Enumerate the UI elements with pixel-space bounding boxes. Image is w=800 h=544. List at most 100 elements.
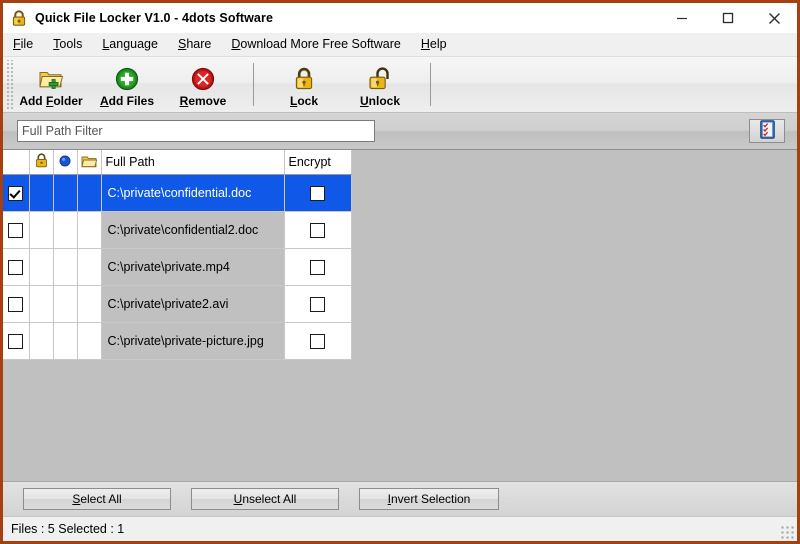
lock-button[interactable]: Lock bbox=[266, 57, 342, 112]
row-select-cell[interactable] bbox=[3, 249, 29, 286]
row-select-checkbox[interactable] bbox=[8, 260, 23, 275]
row-select-cell[interactable] bbox=[3, 323, 29, 360]
row-folder-cell bbox=[77, 286, 101, 323]
table-row[interactable]: C:\private\confidential2.doc bbox=[3, 212, 351, 249]
row-encrypt-checkbox[interactable] bbox=[310, 260, 325, 275]
blue-dot-icon bbox=[59, 156, 71, 170]
table-row[interactable]: C:\private\private-picture.jpg bbox=[3, 323, 351, 360]
row-encrypt-cell[interactable] bbox=[284, 212, 351, 249]
row-locked-cell bbox=[29, 175, 53, 212]
menu-item-tools[interactable]: Tools bbox=[43, 33, 92, 56]
padlock-icon bbox=[35, 157, 48, 171]
column-header-full-path[interactable]: Full Path bbox=[101, 150, 284, 175]
row-encrypt-checkbox[interactable] bbox=[310, 297, 325, 312]
row-select-cell[interactable] bbox=[3, 212, 29, 249]
menu-share-rest: hare bbox=[186, 37, 211, 51]
toolbar-drag-grip[interactable] bbox=[5, 60, 13, 109]
lock-closed-icon bbox=[293, 64, 315, 91]
column-header-select[interactable] bbox=[3, 150, 29, 175]
menu-tools-rest: ools bbox=[59, 37, 82, 51]
remove-label: Remove bbox=[180, 94, 227, 108]
row-status-cell bbox=[53, 323, 77, 360]
row-status-cell bbox=[53, 212, 77, 249]
row-path-cell: C:\private\private.mp4 bbox=[101, 249, 284, 286]
row-folder-cell bbox=[77, 175, 101, 212]
row-select-checkbox[interactable] bbox=[8, 297, 23, 312]
file-data-grid: Full Path Encrypt C:\private\confidentia… bbox=[3, 150, 351, 360]
maximize-button[interactable] bbox=[705, 3, 751, 33]
add-folder-icon bbox=[38, 64, 64, 91]
row-encrypt-cell[interactable] bbox=[284, 175, 351, 212]
add-files-icon bbox=[115, 64, 139, 91]
window-controls bbox=[659, 3, 797, 33]
app-window: Quick File Locker V1.0 - 4dots Software … bbox=[0, 0, 800, 544]
select-all-button[interactable]: Select All bbox=[23, 488, 171, 510]
row-status-cell bbox=[53, 175, 77, 212]
menu-item-download-more-free-software[interactable]: Download More Free Software bbox=[221, 33, 411, 56]
table-row[interactable]: C:\private\private.mp4 bbox=[3, 249, 351, 286]
row-encrypt-cell[interactable] bbox=[284, 323, 351, 360]
row-path-cell: C:\private\confidential2.doc bbox=[101, 212, 284, 249]
row-path-cell: C:\private\confidential.doc bbox=[101, 175, 284, 212]
row-select-checkbox[interactable] bbox=[8, 186, 23, 201]
app-padlock-icon bbox=[10, 9, 28, 27]
filter-apply-button[interactable] bbox=[749, 119, 785, 143]
row-path-cell: C:\private\private-picture.jpg bbox=[101, 323, 284, 360]
menu-file-rest: ile bbox=[21, 37, 34, 51]
row-encrypt-cell[interactable] bbox=[284, 286, 351, 323]
toolbar-separator-2 bbox=[430, 63, 431, 106]
filter-bar bbox=[3, 113, 797, 149]
selection-button-bar: Select All Unselect All Invert Selection bbox=[3, 481, 797, 516]
row-select-cell[interactable] bbox=[3, 286, 29, 323]
grid-body: C:\private\confidential.doc C:\private\c… bbox=[3, 175, 351, 360]
row-folder-cell bbox=[77, 249, 101, 286]
row-select-checkbox[interactable] bbox=[8, 223, 23, 238]
invert-selection-button[interactable]: Invert Selection bbox=[359, 488, 499, 510]
toolbar-separator-1 bbox=[253, 63, 254, 106]
column-header-locked[interactable] bbox=[29, 150, 53, 175]
menu-language-rest: anguage bbox=[109, 37, 158, 51]
menu-item-language[interactable]: Language bbox=[92, 33, 168, 56]
remove-button[interactable]: Remove bbox=[165, 57, 241, 112]
lock-open-icon bbox=[367, 64, 393, 91]
resize-grip[interactable] bbox=[780, 525, 794, 539]
row-select-cell[interactable] bbox=[3, 175, 29, 212]
menu-item-file[interactable]: File bbox=[3, 33, 43, 56]
status-text: Files : 5 Selected : 1 bbox=[11, 522, 124, 536]
row-select-checkbox[interactable] bbox=[8, 334, 23, 349]
row-locked-cell bbox=[29, 323, 53, 360]
window-title: Quick File Locker V1.0 - 4dots Software bbox=[35, 11, 273, 25]
toolbar: Add Folder Add Files Remove bbox=[3, 57, 797, 113]
menu-bar: File Tools Language Share Download More … bbox=[3, 33, 797, 57]
row-folder-cell bbox=[77, 323, 101, 360]
minimize-button[interactable] bbox=[659, 3, 705, 33]
row-status-cell bbox=[53, 249, 77, 286]
add-folder-button[interactable]: Add Folder bbox=[13, 57, 89, 112]
close-button[interactable] bbox=[751, 3, 797, 33]
row-encrypt-cell[interactable] bbox=[284, 249, 351, 286]
row-encrypt-checkbox[interactable] bbox=[310, 223, 325, 238]
menu-item-share[interactable]: Share bbox=[168, 33, 221, 56]
column-header-folder[interactable] bbox=[77, 150, 101, 175]
grid-header-row: Full Path Encrypt bbox=[3, 150, 351, 175]
full-path-filter-input[interactable] bbox=[17, 120, 375, 142]
unlock-button[interactable]: Unlock bbox=[342, 57, 418, 112]
row-locked-cell bbox=[29, 249, 53, 286]
column-header-encrypt[interactable]: Encrypt bbox=[284, 150, 351, 175]
unselect-all-button[interactable]: Unselect All bbox=[191, 488, 339, 510]
menu-item-help[interactable]: Help bbox=[411, 33, 457, 56]
title-bar: Quick File Locker V1.0 - 4dots Software bbox=[3, 3, 797, 33]
row-path-cell: C:\private\private2.avi bbox=[101, 286, 284, 323]
add-files-button[interactable]: Add Files bbox=[89, 57, 165, 112]
row-encrypt-checkbox[interactable] bbox=[310, 334, 325, 349]
menu-download-rest: ownload More Free Software bbox=[240, 37, 401, 51]
add-folder-label: Add Folder bbox=[19, 94, 82, 108]
checklist-clipboard-icon bbox=[760, 120, 775, 142]
remove-icon bbox=[191, 64, 215, 91]
lock-label: Lock bbox=[290, 94, 318, 108]
column-header-status[interactable] bbox=[53, 150, 77, 175]
table-row[interactable]: C:\private\confidential.doc bbox=[3, 175, 351, 212]
table-row[interactable]: C:\private\private2.avi bbox=[3, 286, 351, 323]
row-status-cell bbox=[53, 286, 77, 323]
row-encrypt-checkbox[interactable] bbox=[310, 186, 325, 201]
